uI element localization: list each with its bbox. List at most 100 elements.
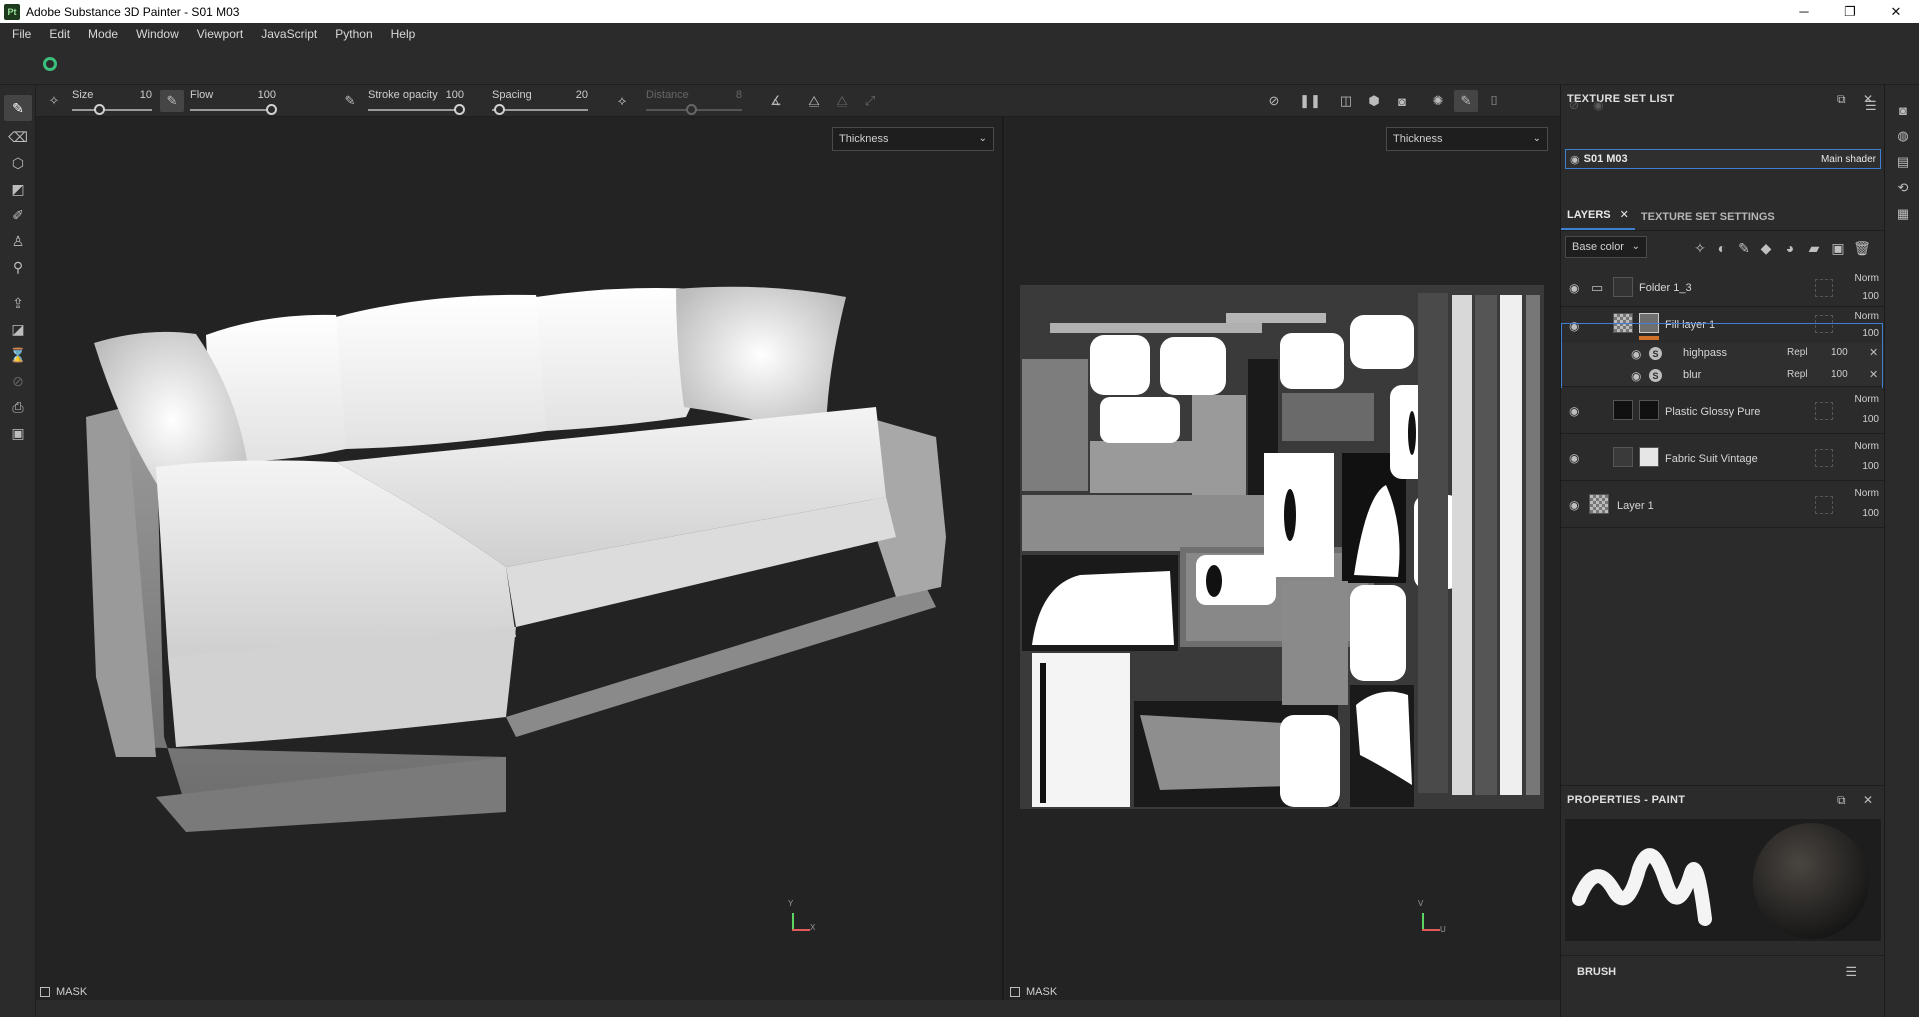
filter-opacity[interactable]: 100	[1831, 369, 1848, 380]
menu-viewport[interactable]: Viewport	[188, 27, 252, 41]
mask-add-icon[interactable]: ◐	[1713, 239, 1731, 257]
clone-stamp-icon[interactable]: ♙	[8, 231, 28, 251]
remove-filter-icon[interactable]: ✕	[1869, 346, 1878, 359]
mask-slot[interactable]	[1815, 402, 1833, 420]
layer-opacity[interactable]: 100	[1862, 414, 1879, 425]
layer-row-layer1[interactable]: ◉ Layer 1 Norm 100	[1561, 482, 1885, 528]
layer-row-plastic[interactable]: ◉ Plastic Glossy Pure Norm 100	[1561, 388, 1885, 434]
size-slider[interactable]: Size 10	[72, 85, 152, 117]
layer-opacity[interactable]: 100	[1862, 461, 1879, 472]
show-all-icon[interactable]: ◉	[1593, 98, 1603, 112]
menu-file[interactable]: File	[0, 27, 40, 41]
spacing-value[interactable]: 20	[576, 89, 588, 101]
stroke-opacity-slider[interactable]: Stroke opacity 100	[368, 85, 465, 117]
pressure-flow-icon[interactable]: ✎	[338, 90, 362, 112]
minimize-button[interactable]: ─	[1781, 0, 1827, 23]
projection-icon[interactable]: ⬡	[8, 153, 28, 173]
mask-toggle-2d[interactable]: MASK	[1006, 983, 1057, 1000]
blend-mode[interactable]: Norm	[1855, 311, 1879, 322]
delete-layer-icon[interactable]: 🗑	[1853, 239, 1871, 257]
eye-icon[interactable]: ◉	[1631, 347, 1641, 361]
eye-icon[interactable]: ◉	[1569, 451, 1579, 465]
mirror-icon[interactable]: ⧋	[802, 90, 826, 112]
export-icon[interactable]: ⎙	[8, 397, 28, 417]
add-group-icon[interactable]: ▣	[1829, 239, 1847, 257]
mask-checkbox-2d[interactable]	[1010, 986, 1020, 997]
blend-mode[interactable]: Norm	[1855, 488, 1879, 499]
shader-name[interactable]: Main shader	[1821, 154, 1876, 165]
lazy-mouse-icon[interactable]: ⟡	[610, 90, 634, 112]
hide-all-icon[interactable]: ⊘	[1569, 98, 1579, 112]
spacing-knob[interactable]	[494, 104, 505, 115]
close-button[interactable]: ✕	[1873, 0, 1919, 23]
filter-opacity[interactable]: 100	[1831, 347, 1848, 358]
texture-set-menu-icon[interactable]: ☰	[1865, 98, 1877, 114]
shelf-icon[interactable]: ▤	[1894, 153, 1912, 171]
spacing-slider[interactable]: Spacing 20	[492, 85, 588, 117]
channel-select[interactable]: Base color ⌄	[1565, 236, 1647, 258]
hide-icon[interactable]: ⊘	[1262, 90, 1286, 112]
smudge-icon[interactable]: ✐	[8, 205, 28, 225]
flow-knob[interactable]	[266, 104, 277, 115]
close-panel-icon[interactable]: ✕	[1863, 793, 1873, 807]
stroke-opacity-knob[interactable]	[454, 104, 465, 115]
view-split-icon[interactable]: ◫	[1334, 90, 1358, 112]
substance-logo-icon[interactable]	[43, 57, 57, 71]
log-icon[interactable]: ▦	[1894, 205, 1912, 223]
stroke-opacity-value[interactable]: 100	[446, 89, 464, 101]
display-settings-icon[interactable]: ▣	[8, 423, 28, 443]
mask-checkbox-3d[interactable]	[40, 986, 50, 997]
viewport-2d[interactable]: Thickness ⌄ V U MASK	[1006, 117, 1560, 1000]
paint-brush-icon[interactable]: ✎	[4, 95, 32, 121]
float-panel-icon[interactable]: ⧉	[1837, 793, 1846, 808]
layer-row-fabric[interactable]: ◉ Fabric Suit Vintage Norm 100	[1561, 435, 1885, 481]
filter-blend[interactable]: Repl	[1787, 369, 1808, 380]
flow-value[interactable]: 100	[258, 89, 276, 101]
geometry-mask-icon[interactable]: ◪	[8, 319, 28, 339]
float-panel-icon[interactable]: ⧉	[1837, 92, 1846, 107]
blend-mode[interactable]: Norm	[1855, 394, 1879, 405]
bake-icon[interactable]: ⇪	[8, 293, 28, 313]
menu-help[interactable]: Help	[382, 27, 425, 41]
pause-icon[interactable]: ❚❚	[1298, 90, 1322, 112]
add-folder-icon[interactable]: ▰	[1805, 239, 1823, 257]
eye-icon[interactable]: ◉	[1569, 404, 1579, 418]
add-paint-layer-icon[interactable]: ✎	[1735, 239, 1753, 257]
flow-slider[interactable]: Flow 100	[190, 85, 277, 117]
eye-icon[interactable]: ◉	[1569, 498, 1579, 512]
eye-icon[interactable]: ◉	[1631, 369, 1641, 383]
eye-icon[interactable]: ◉	[1569, 281, 1579, 295]
channel-dropdown-2d[interactable]: Thickness ⌄	[1386, 127, 1548, 151]
screenshot-icon[interactable]: ⌷	[1482, 90, 1506, 112]
pressure-size-icon[interactable]: ✎	[160, 90, 184, 112]
layer-opacity[interactable]: 100	[1862, 291, 1879, 302]
menu-python[interactable]: Python	[326, 27, 381, 41]
menu-edit[interactable]: Edit	[40, 27, 79, 41]
blend-mode[interactable]: Norm	[1855, 441, 1879, 452]
layer-row-fill[interactable]: ◉ Fill layer 1 Norm 100	[1561, 307, 1885, 343]
paint-mode-icon[interactable]: ✎	[1454, 90, 1478, 112]
iray-icon[interactable]: ✺	[1426, 90, 1450, 112]
filter-blend[interactable]: Repl	[1787, 347, 1808, 358]
size-value[interactable]: 10	[140, 89, 152, 101]
menu-mode[interactable]: Mode	[79, 27, 127, 41]
mask-toggle-3d[interactable]: MASK	[36, 983, 87, 1000]
maximize-button[interactable]: ❐	[1827, 0, 1873, 23]
camera-icon[interactable]: ◙	[1390, 90, 1414, 112]
color-picker-icon[interactable]: ⚲	[8, 257, 28, 277]
filter-row-highpass[interactable]: ◉ S highpass Repl 100 ✕	[1561, 343, 1885, 365]
polygon-fill-icon[interactable]: ◩	[8, 179, 28, 199]
display-settings-icon[interactable]: ◍	[1894, 127, 1912, 145]
layer-opacity[interactable]: 100	[1862, 328, 1879, 339]
eraser-icon[interactable]: ⌫	[8, 127, 28, 147]
brush-section-header[interactable]: BRUSH ☰	[1561, 955, 1885, 987]
viewport-3d[interactable]: Thickness ⌄ Y X MASK	[36, 117, 1004, 1000]
menu-javascript[interactable]: JavaScript	[252, 27, 326, 41]
close-tab-icon[interactable]: ✕	[1620, 209, 1629, 221]
alignment-icon[interactable]: ∡	[764, 90, 788, 112]
eye-icon[interactable]: ◉	[1569, 319, 1579, 333]
blend-mode[interactable]: Norm	[1855, 273, 1879, 284]
layer-row-folder[interactable]: ◉ ▭ Folder 1_3 Norm 100	[1561, 269, 1885, 307]
mask-slot[interactable]	[1815, 496, 1833, 514]
symmetry-icon[interactable]: ✧	[42, 90, 66, 112]
